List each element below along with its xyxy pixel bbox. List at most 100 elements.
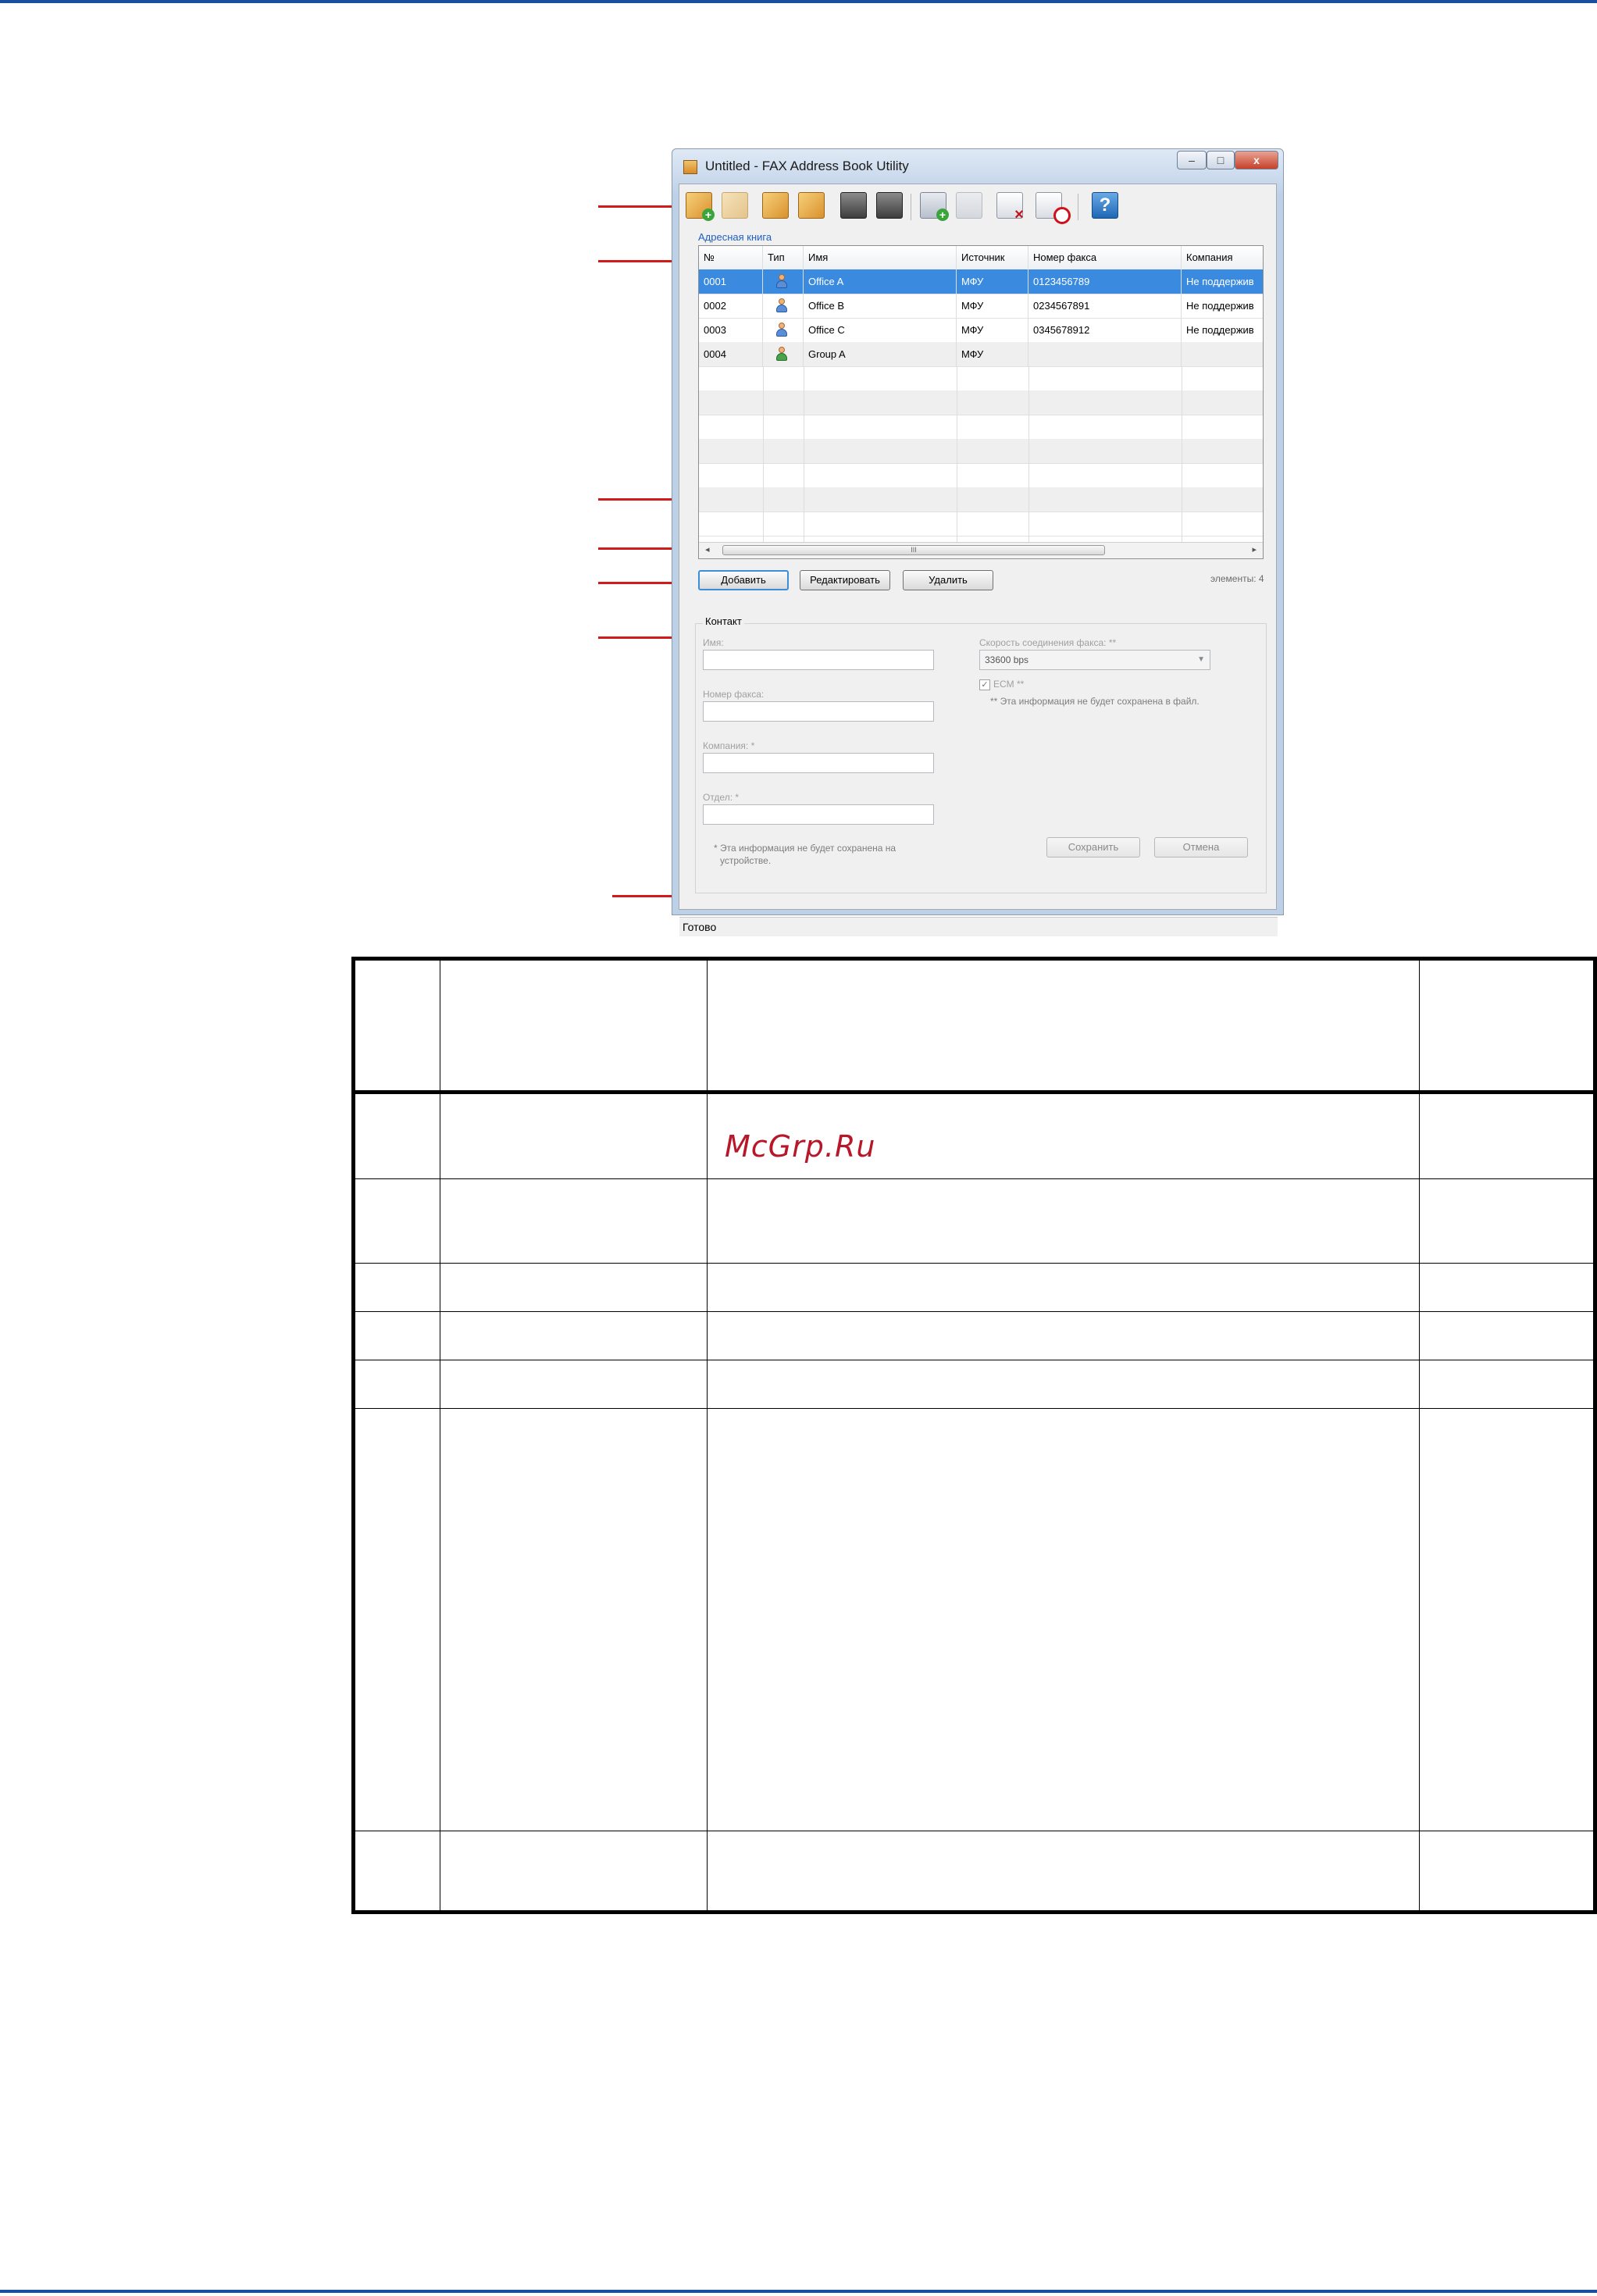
- row-company: Не поддержив: [1182, 294, 1263, 318]
- empty-row: [699, 366, 1263, 391]
- fax-speed-label: Скорость соединения факса: **: [979, 637, 1117, 648]
- empty-row: [699, 415, 1263, 440]
- department-field[interactable]: [703, 804, 934, 825]
- column-header-number[interactable]: №: [699, 246, 763, 269]
- row-source: МФУ: [957, 269, 1028, 294]
- empty-row: [699, 487, 1263, 512]
- table-row[interactable]: 0004 Group A МФУ: [699, 342, 1263, 367]
- name-label: Имя:: [703, 637, 724, 648]
- delete-all-icon[interactable]: [1036, 192, 1071, 224]
- maximize-button[interactable]: □: [1207, 151, 1235, 169]
- callout-toolbar: [598, 205, 683, 208]
- status-bar: Готово: [679, 917, 1278, 936]
- row-number: 0001: [699, 269, 763, 294]
- title-bar[interactable]: Untitled - FAX Address Book Utility – □ …: [672, 149, 1283, 184]
- contact-icon: [775, 274, 788, 288]
- row-type: [763, 342, 804, 366]
- edit-button[interactable]: Редактировать: [800, 570, 890, 590]
- row-source: МФУ: [957, 342, 1028, 366]
- empty-row: [699, 390, 1263, 415]
- row-number: 0004: [699, 342, 763, 366]
- add-button[interactable]: Добавить: [698, 570, 789, 590]
- ecm-label: ECM **: [993, 679, 1025, 690]
- row-company: [1182, 342, 1263, 366]
- new-book-icon[interactable]: +: [686, 192, 715, 221]
- bottom-rule: [0, 2290, 1597, 2293]
- address-book-label: Адресная книга: [698, 231, 772, 243]
- row-name: Office B: [804, 294, 957, 318]
- row-name: Office A: [804, 269, 957, 294]
- callout-status: [612, 895, 681, 897]
- ecm-checkbox[interactable]: ✓: [979, 679, 990, 690]
- top-rule: [0, 0, 1597, 3]
- cancel-button[interactable]: Отмена: [1154, 837, 1248, 857]
- company-field[interactable]: [703, 753, 934, 773]
- department-label: Отдел: *: [703, 792, 740, 803]
- table-header-rule: [355, 1090, 1593, 1094]
- column-header-fax[interactable]: Номер факса: [1028, 246, 1182, 269]
- window-title: Untitled - FAX Address Book Utility: [705, 159, 909, 173]
- fax-export-icon[interactable]: [876, 192, 903, 219]
- scroll-right-icon[interactable]: ▸: [1252, 544, 1257, 554]
- edit-book-icon[interactable]: [798, 192, 825, 219]
- save-button[interactable]: Сохранить: [1046, 837, 1140, 857]
- contact-icon: [775, 298, 788, 312]
- minimize-button[interactable]: –: [1177, 151, 1207, 169]
- window-client: + + × ? Адресная книга № Тип Имя Источни…: [679, 184, 1278, 936]
- row-number: 0003: [699, 318, 763, 342]
- name-field[interactable]: [703, 650, 934, 670]
- row-name: Group A: [804, 342, 957, 366]
- horizontal-scrollbar[interactable]: ◂ III ▸: [699, 542, 1263, 558]
- add-contact-icon[interactable]: +: [920, 192, 949, 221]
- delete-entry-icon[interactable]: ×: [996, 192, 1024, 223]
- item-count: элементы: 4: [1210, 573, 1264, 584]
- column-header-company[interactable]: Компания: [1182, 246, 1263, 269]
- table-row-divider: [355, 1408, 1593, 1409]
- save-book-icon[interactable]: [762, 192, 789, 219]
- column-header-name[interactable]: Имя: [804, 246, 957, 269]
- scroll-left-icon[interactable]: ◂: [705, 544, 710, 554]
- fax-number-field[interactable]: [703, 701, 934, 722]
- table-row-divider: [355, 1263, 1593, 1264]
- row-type: [763, 294, 804, 318]
- help-icon[interactable]: ?: [1092, 192, 1118, 219]
- device-note-line2: устройстве.: [720, 855, 772, 866]
- row-fax: 0345678912: [1028, 318, 1182, 342]
- row-company: Не поддержив: [1182, 269, 1263, 294]
- column-header-type[interactable]: Тип: [763, 246, 804, 269]
- row-type: [763, 318, 804, 342]
- open-book-icon[interactable]: [722, 192, 748, 219]
- delete-button[interactable]: Удалить: [903, 570, 993, 590]
- add-group-icon[interactable]: [956, 192, 982, 219]
- table-row[interactable]: 0002 Office B МФУ 0234567891 Не поддержи…: [699, 294, 1263, 319]
- row-fax: 0234567891: [1028, 294, 1182, 318]
- empty-row: [699, 439, 1263, 464]
- table-column-divider: [707, 961, 708, 1910]
- file-note: ** Эта информация не будет сохранена в ф…: [990, 696, 1200, 707]
- row-type: [763, 269, 804, 294]
- table-column-divider: [1419, 961, 1420, 1910]
- row-fax: 0123456789: [1028, 269, 1182, 294]
- close-button[interactable]: x: [1235, 151, 1278, 169]
- contact-icon: [775, 323, 788, 337]
- table-row-divider: [355, 1311, 1593, 1312]
- row-company: Не поддержив: [1182, 318, 1263, 342]
- contact-title: Контакт: [703, 615, 744, 627]
- app-window: Untitled - FAX Address Book Utility – □ …: [672, 148, 1284, 936]
- fax-icon[interactable]: [840, 192, 867, 219]
- scroll-thumb[interactable]: III: [722, 545, 1105, 555]
- empty-row: [699, 463, 1263, 488]
- column-header-source[interactable]: Источник: [957, 246, 1028, 269]
- row-source: МФУ: [957, 318, 1028, 342]
- table-row[interactable]: 0001 Office A МФУ 0123456789 Не поддержи…: [699, 269, 1263, 294]
- row-fax: [1028, 342, 1182, 366]
- address-book-grid[interactable]: № Тип Имя Источник Номер факса Компания …: [698, 245, 1264, 559]
- chevron-down-icon: ▼: [1197, 655, 1205, 664]
- table-row[interactable]: 0003 Office C МФУ 0345678912 Не поддержи…: [699, 318, 1263, 343]
- empty-row: [699, 512, 1263, 537]
- toolbar: + + × ?: [686, 189, 1185, 224]
- fax-speed-value: 33600 bps: [985, 654, 1029, 665]
- fax-speed-select[interactable]: 33600 bps ▼: [979, 650, 1210, 670]
- table-row-divider: [355, 1178, 1593, 1179]
- row-source: МФУ: [957, 294, 1028, 318]
